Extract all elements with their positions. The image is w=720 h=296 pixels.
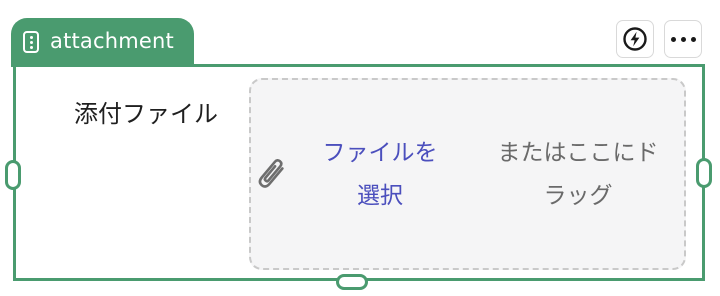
field-label: 添付ファイル [74,100,218,128]
actions-button[interactable] [616,20,654,58]
drag-drop-line-1: またはここにド [497,140,659,166]
more-horizontal-icon [670,36,696,42]
resize-handle-right[interactable] [696,158,712,188]
select-file-line-1: ファイルを [322,140,438,166]
lightning-icon [623,27,647,51]
component-name: attachment [50,29,174,53]
form-field-icon [23,30,39,53]
resize-handle-left[interactable] [5,160,21,190]
paperclip-icon [258,159,284,188]
select-file-line-2: 選択 [357,183,403,209]
select-file-link[interactable]: ファイルを 選択 [312,132,448,218]
component-tab[interactable]: attachment [11,18,194,67]
resize-handle-bottom[interactable] [336,274,368,290]
drag-drop-hint: またはここにド ラッグ [480,132,676,218]
more-options-button[interactable] [664,20,702,58]
drag-drop-line-2: ラッグ [543,183,613,209]
